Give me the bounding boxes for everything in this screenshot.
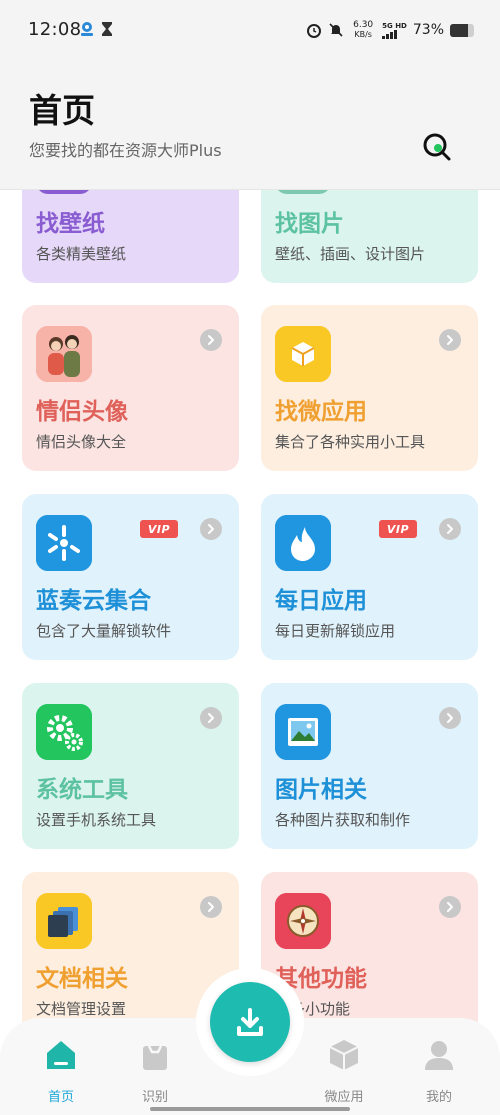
card-title: 情侣头像 xyxy=(36,399,128,425)
card-title: 每日应用 xyxy=(275,588,367,614)
page-title: 首页 xyxy=(29,91,95,130)
document-icon xyxy=(36,893,92,949)
nav-label: 微应用 xyxy=(324,1090,364,1105)
flame-icon xyxy=(275,515,331,571)
chevron-right-icon xyxy=(439,329,461,351)
hourglass-icon xyxy=(102,22,112,36)
notification-app-icon xyxy=(81,22,93,36)
chevron-right-icon xyxy=(439,518,461,540)
card-title: 系统工具 xyxy=(36,777,128,803)
card-title: 图片相关 xyxy=(275,777,367,803)
cube-icon xyxy=(329,1040,359,1070)
home-icon xyxy=(47,1041,75,1069)
nav-item-me[interactable]: 我的 xyxy=(409,1038,469,1105)
card-desc: 各种图片获取和制作 xyxy=(275,811,411,829)
card-desc: 设置手机系统工具 xyxy=(36,811,157,829)
nav-label: 识别 xyxy=(141,1090,168,1105)
download-icon xyxy=(237,1008,263,1036)
card-title: 找图片 xyxy=(275,211,344,237)
net-speed-unit: KB/s xyxy=(354,30,372,39)
chevron-right-icon xyxy=(439,896,461,918)
card-couple-avatar[interactable]: 情侣头像 情侣头像大全 xyxy=(22,305,239,471)
status-right-group: 6.30 KB/s 5G HD 73% xyxy=(306,18,474,42)
nav-item-home[interactable]: 首页 xyxy=(31,1038,91,1105)
card-desc: 壁纸、插画、设计图片 xyxy=(275,245,426,263)
net-speed-value: 6.30 xyxy=(353,20,374,30)
status-bar: 12:08 6.30 KB/s 5G HD 73% xyxy=(0,0,500,60)
card-daily-apps[interactable]: VIP 每日应用 每日更新解锁应用 xyxy=(261,494,478,660)
picture-icon xyxy=(275,704,331,760)
signal-label: 5G HD xyxy=(382,21,407,30)
alarm-icon xyxy=(307,24,322,38)
page-header: 首页 您要找的都在资源大师Plus xyxy=(0,60,500,190)
chevron-right-icon xyxy=(200,518,222,540)
signal-bars-icon xyxy=(382,29,398,39)
home-indicator[interactable] xyxy=(150,1107,350,1111)
download-button[interactable] xyxy=(210,982,290,1062)
chevron-right-icon xyxy=(200,896,222,918)
net-speed: 6.30 KB/s xyxy=(350,20,376,40)
user-icon xyxy=(425,1041,453,1070)
card-desc: 文档管理设置 xyxy=(36,1000,127,1018)
signal-indicator: 5G HD xyxy=(382,22,407,39)
card-desc: 每日更新解锁应用 xyxy=(275,622,396,640)
box-icon xyxy=(275,326,331,382)
card-system-tools[interactable]: 系统工具 设置手机系统工具 xyxy=(22,683,239,849)
card-desc: 各类精美壁纸 xyxy=(36,245,127,263)
page-subtitle: 您要找的都在资源大师Plus xyxy=(29,141,222,160)
nav-label: 我的 xyxy=(425,1090,452,1105)
card-image-tools[interactable]: 图片相关 各种图片获取和制作 xyxy=(261,683,478,849)
card-title: 蓝奏云集合 xyxy=(36,588,151,614)
battery-percent: 73% xyxy=(412,22,444,38)
nav-item-micro-apps[interactable]: 微应用 xyxy=(314,1038,374,1105)
search-icon[interactable] xyxy=(422,132,452,162)
chevron-right-icon xyxy=(439,707,461,729)
vip-badge: VIP xyxy=(379,520,417,538)
chevron-right-icon xyxy=(200,329,222,351)
card-title: 找壁纸 xyxy=(36,211,105,237)
battery-icon xyxy=(450,23,474,37)
gear-icon xyxy=(36,704,92,760)
nav-item-recognize[interactable]: 识别 xyxy=(125,1038,185,1105)
chevron-right-icon xyxy=(200,707,222,729)
vip-badge: VIP xyxy=(140,520,178,538)
card-desc: 集合了各种实用小工具 xyxy=(275,433,426,451)
card-lanzou-collection[interactable]: VIP 蓝奏云集合 包含了大量解锁软件 xyxy=(22,494,239,660)
nav-label: 首页 xyxy=(47,1090,74,1105)
status-time: 12:08 xyxy=(28,19,82,40)
bag-icon xyxy=(143,1045,167,1070)
card-desc: 包含了大量解锁软件 xyxy=(36,622,172,640)
card-title: 文档相关 xyxy=(36,966,128,992)
card-desc: 情侣头像大全 xyxy=(36,433,127,451)
mute-bell-icon xyxy=(329,23,343,37)
card-title: 找微应用 xyxy=(275,399,367,425)
card-micro-apps[interactable]: 找微应用 集合了各种实用小工具 xyxy=(261,305,478,471)
compass-icon xyxy=(275,893,331,949)
couple-avatar-icon xyxy=(36,326,92,382)
lanzou-cloud-icon xyxy=(36,515,92,571)
